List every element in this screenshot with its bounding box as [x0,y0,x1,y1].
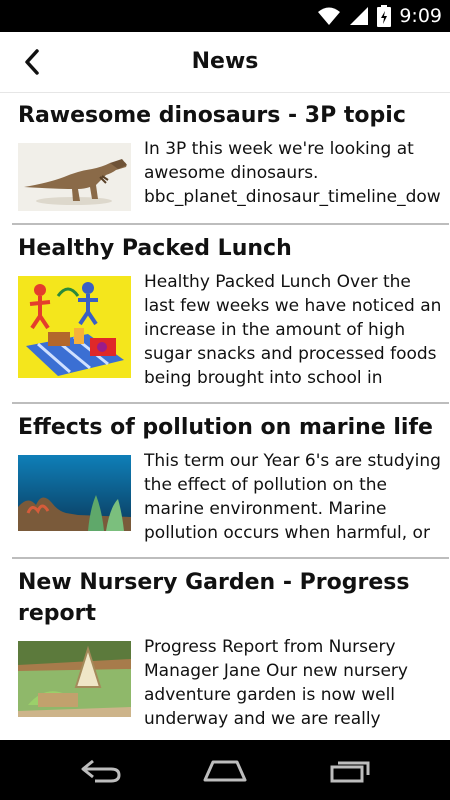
nav-back-button[interactable] [75,753,125,787]
status-bar: 9:09 [0,0,450,32]
news-item-title: Healthy Packed Lunch [18,236,292,261]
back-nav-icon [81,759,121,783]
coral-reef-image [18,455,131,531]
battery-icon [377,5,392,27]
news-item-packed-lunch[interactable]: Healthy Packed Lunch Healthy Packed Lunc… [12,225,449,404]
wifi-icon [318,7,341,25]
news-item-nursery-garden[interactable]: New Nursery Garden - Progress report Pro… [12,559,449,740]
news-list[interactable]: Rawesome dinosaurs - 3P topic In 3P this… [12,92,450,740]
news-item-snippet: Healthy Packed Lunch Over the last few w… [144,272,442,388]
news-item-title: Effects of pollution on marine life [18,415,433,440]
status-time: 9:09 [399,5,442,27]
back-button[interactable] [14,46,50,78]
nav-recents-button[interactable] [325,753,375,787]
recents-nav-icon [330,761,370,783]
news-item-marine-pollution[interactable]: Effects of pollution on marine life This… [12,404,449,559]
news-item-snippet: Progress Report from Nursery Manager Jan… [144,637,408,729]
chevron-left-icon [25,49,39,75]
news-item-snippet: In 3P this week we're looking at awesome… [144,139,441,207]
status-icons: 9:09 [317,4,442,28]
nursery-garden-image [18,641,131,717]
news-item-dinosaurs[interactable]: Rawesome dinosaurs - 3P topic In 3P this… [12,92,449,225]
signal-icon [350,7,369,25]
news-item-title: New Nursery Garden - Progress report [18,570,410,626]
packed-lunch-image [18,276,131,378]
news-item-snippet: This term our Year 6's are studying the … [144,451,441,543]
app-bar: News [0,32,450,93]
home-nav-icon [203,760,247,782]
dinosaur-image [18,143,131,211]
nav-home-button[interactable] [200,753,250,787]
page-title: News [191,49,259,74]
navigation-bar [0,740,450,800]
news-item-title: Rawesome dinosaurs - 3P topic [18,103,406,128]
